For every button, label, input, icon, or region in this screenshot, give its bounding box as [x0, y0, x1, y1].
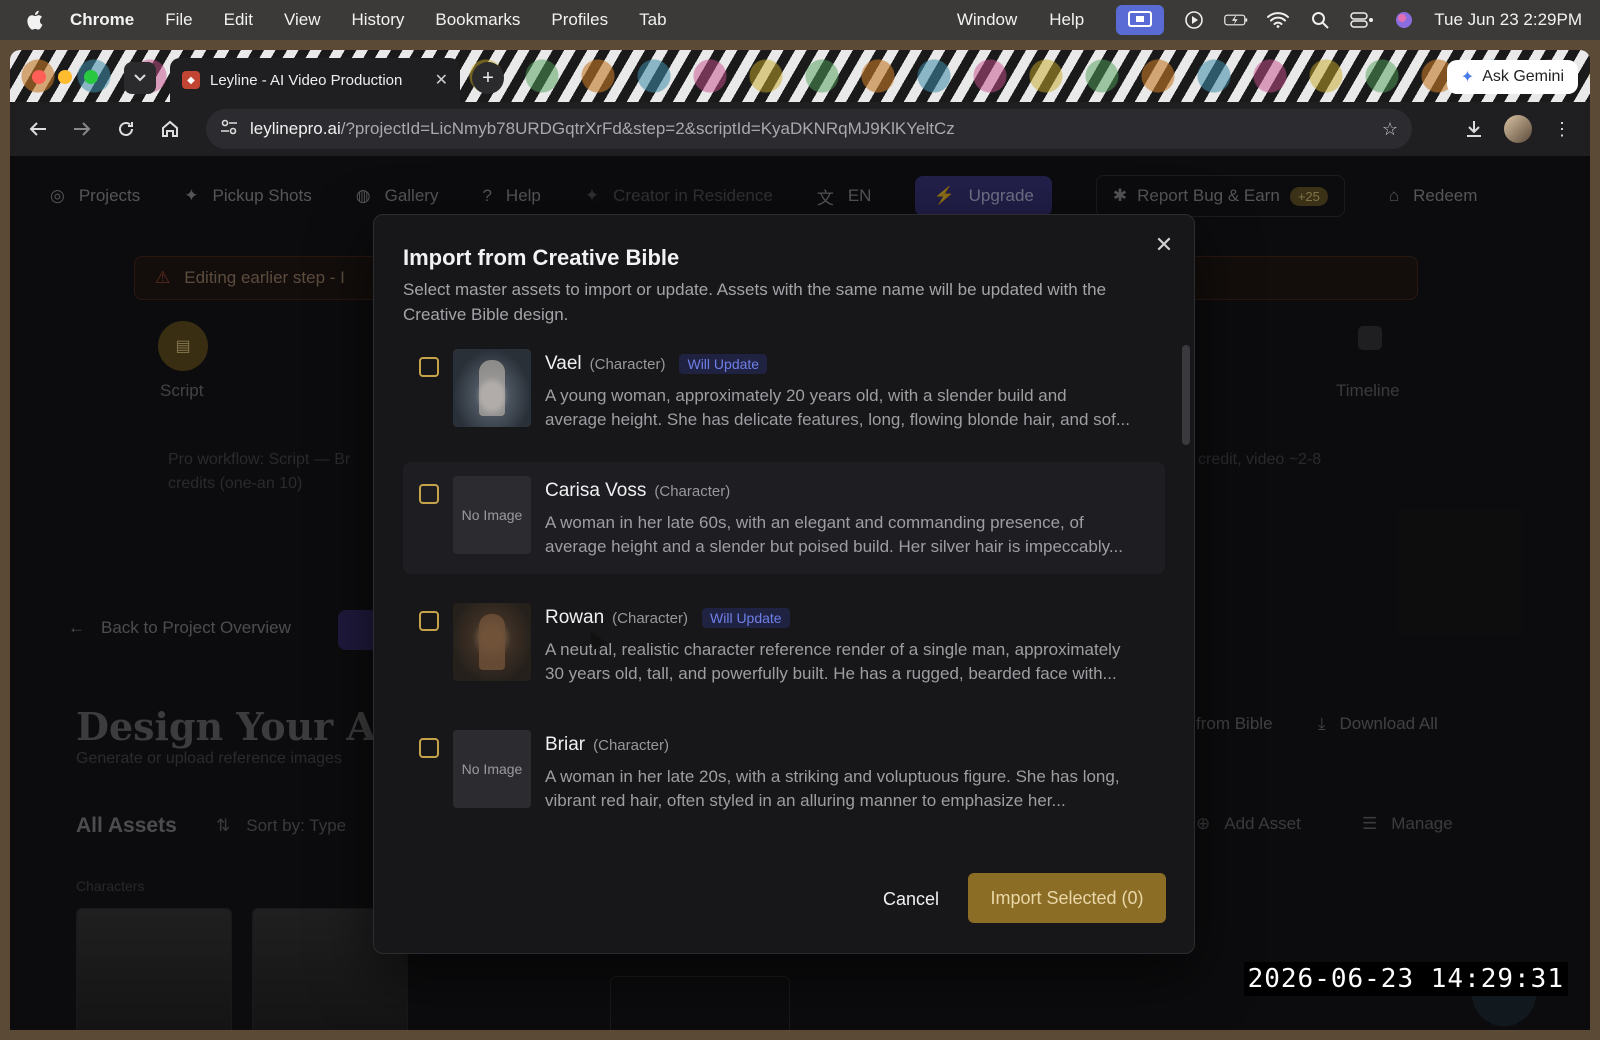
leyline-favicon-icon: ◆	[182, 71, 200, 89]
home-icon[interactable]	[148, 109, 192, 149]
menu-bar-clock[interactable]: Tue Jun 23 2:29PM	[1434, 10, 1582, 30]
modal-description: Select master assets to import or update…	[403, 280, 1107, 324]
tab-strip: ◆ Leyline - AI Video Production ✕ + ✦ As…	[10, 50, 1590, 102]
asset-checkbox[interactable]	[419, 611, 439, 631]
asset-name: Vael	[545, 353, 582, 374]
asset-description: A woman in her late 20s, with a striking…	[545, 765, 1153, 813]
asset-type: (Character)	[654, 483, 731, 500]
asset-desc-line2: 30 years old, tall, and powerfully built…	[545, 664, 1117, 683]
tab-leyline[interactable]: ◆ Leyline - AI Video Production ✕	[170, 58, 460, 102]
asset-description: A neutral, realistic character reference…	[545, 638, 1153, 686]
will-update-badge: Will Update	[702, 608, 790, 628]
ask-gemini-button[interactable]: ✦ Ask Gemini	[1446, 60, 1578, 94]
download-icon[interactable]	[1460, 115, 1488, 143]
asset-desc-line1: A neutral, realistic character reference…	[545, 640, 1121, 659]
import-selected-button[interactable]: Import Selected (0)	[968, 873, 1166, 923]
play-icon[interactable]	[1182, 8, 1206, 32]
reload-icon[interactable]	[104, 109, 148, 149]
menu-profiles[interactable]: Profiles	[551, 10, 608, 30]
maximize-window-button[interactable]	[84, 70, 98, 84]
modal-title: Import from Creative Bible	[403, 245, 680, 270]
asset-type: (Character)	[593, 737, 669, 754]
site-settings-icon[interactable]	[220, 119, 238, 140]
browser-toolbar: leylinepro.ai/?projectId=LicNmyb78URDGqt…	[10, 102, 1590, 156]
asset-name: Briar	[545, 734, 586, 755]
asset-name-line: Vael (Character) Will Update	[545, 353, 768, 375]
spotlight-search-icon[interactable]	[1308, 8, 1332, 32]
will-update-badge: Will Update	[679, 354, 768, 374]
asset-thumbnail-placeholder: No Image	[453, 730, 531, 808]
control-center-icon[interactable]	[1350, 8, 1374, 32]
new-tab-button[interactable]: +	[472, 62, 504, 94]
asset-list: Vael (Character) Will Update A young wom…	[403, 335, 1183, 855]
window-controls	[32, 70, 98, 84]
close-modal-icon[interactable]: ✕	[1152, 233, 1176, 257]
close-tab-icon[interactable]: ✕	[435, 70, 448, 90]
tab-search-chevron-icon[interactable]	[124, 62, 156, 94]
menu-history[interactable]: History	[351, 10, 404, 30]
url-host: leylinepro.ai	[250, 119, 341, 138]
ask-gemini-label: Ask Gemini	[1482, 68, 1564, 85]
wifi-icon[interactable]	[1266, 8, 1290, 32]
asset-row-rowan[interactable]: Rowan (Character) Will Update A neutral,…	[403, 589, 1165, 701]
asset-list-scrollbar[interactable]	[1182, 345, 1190, 445]
minimize-window-button[interactable]	[58, 70, 72, 84]
address-bar[interactable]: leylinepro.ai/?projectId=LicNmyb78URDGqt…	[206, 109, 1412, 149]
asset-desc-line2: average height and a slender but poised …	[545, 537, 1123, 556]
forward-arrow-icon[interactable]	[60, 109, 104, 149]
asset-desc-line2: vibrant red hair, often styled in an all…	[545, 791, 1066, 810]
menu-bookmarks[interactable]: Bookmarks	[435, 10, 520, 30]
asset-thumbnail	[453, 349, 531, 427]
bookmark-star-icon[interactable]: ☆	[1382, 119, 1398, 140]
asset-name-line: Rowan (Character) Will Update	[545, 607, 790, 629]
asset-name-line: Briar (Character)	[545, 734, 669, 756]
menu-edit[interactable]: Edit	[224, 10, 253, 30]
gemini-sparkle-icon: ✦	[1460, 69, 1475, 86]
macos-menu-bar: Chrome File Edit View History Bookmarks …	[0, 0, 1600, 40]
toolbar-actions: ⋮	[1460, 109, 1576, 149]
asset-checkbox[interactable]	[419, 738, 439, 758]
asset-description: A woman in her late 60s, with an elegant…	[545, 511, 1153, 559]
menu-tab[interactable]: Tab	[639, 10, 666, 30]
close-window-button[interactable]	[32, 70, 46, 84]
asset-name: Rowan	[545, 607, 605, 628]
asset-name: Carisa Voss	[545, 480, 647, 501]
asset-desc-line1: A young woman, approximately 20 years ol…	[545, 386, 1067, 405]
menu-view[interactable]: View	[284, 10, 321, 30]
asset-desc-line2: average height. She has delicate feature…	[545, 410, 1131, 429]
import-creative-bible-modal: ✕ Import from Creative Bible Select mast…	[373, 214, 1195, 954]
menu-app-name[interactable]: Chrome	[70, 10, 134, 30]
asset-checkbox[interactable]	[419, 357, 439, 377]
tab-title: Leyline - AI Video Production	[210, 71, 403, 89]
asset-desc-line1: A woman in her late 20s, with a striking…	[545, 767, 1120, 786]
apple-menu-icon[interactable]	[0, 10, 70, 30]
recording-timestamp: 2026-06-23 14:29:31	[1243, 962, 1568, 996]
asset-name-line: Carisa Voss (Character)	[545, 480, 730, 502]
browser-window: ◆ Leyline - AI Video Production ✕ + ✦ As…	[10, 50, 1590, 1030]
asset-desc-line1: A woman in her late 60s, with an elegant…	[545, 513, 1084, 532]
screen-share-icon[interactable]	[1116, 5, 1165, 35]
menu-window[interactable]: Window	[957, 10, 1017, 30]
asset-checkbox[interactable]	[419, 484, 439, 504]
url-path: /?projectId=LicNmyb78URDGqtrXrFd&step=2&…	[340, 119, 955, 138]
asset-description: A young woman, approximately 20 years ol…	[545, 384, 1153, 432]
back-arrow-icon[interactable]	[16, 109, 60, 149]
menu-help[interactable]: Help	[1049, 10, 1084, 30]
battery-icon[interactable]	[1224, 8, 1248, 32]
asset-row-vael[interactable]: Vael (Character) Will Update A young wom…	[403, 335, 1165, 447]
profile-avatar[interactable]	[1504, 115, 1532, 143]
siri-icon[interactable]	[1392, 8, 1416, 32]
asset-row-briar[interactable]: No Image Briar (Character) A woman in he…	[403, 716, 1165, 828]
asset-thumbnail	[453, 603, 531, 681]
cancel-button[interactable]: Cancel	[868, 875, 954, 923]
asset-type: (Character)	[612, 610, 689, 627]
more-menu-icon[interactable]: ⋮	[1548, 115, 1576, 143]
asset-thumbnail-placeholder: No Image	[453, 476, 531, 554]
asset-type: (Character)	[589, 356, 666, 373]
menu-file[interactable]: File	[165, 10, 192, 30]
asset-row-carisa-voss[interactable]: No Image Carisa Voss (Character) A woman…	[403, 462, 1165, 574]
